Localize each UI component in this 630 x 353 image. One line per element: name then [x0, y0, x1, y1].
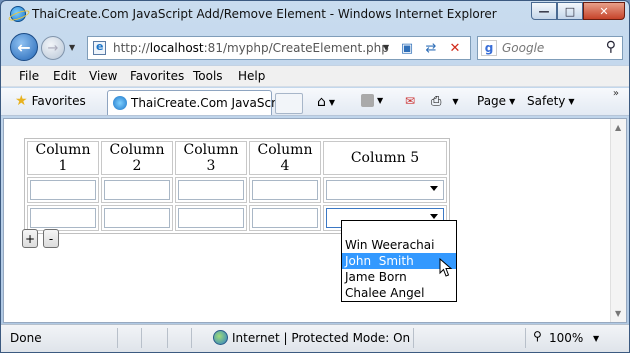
home-button[interactable]: ⌂ ▼	[317, 94, 335, 110]
zoom-level[interactable]: 100%	[549, 331, 583, 345]
chevron-more-icon[interactable]: »	[613, 88, 619, 99]
feeds-button[interactable]: ▼	[361, 94, 383, 107]
search-placeholder: Google	[502, 41, 545, 55]
google-icon: g	[481, 40, 497, 56]
ie-logo-icon	[10, 6, 26, 22]
menu-file[interactable]: File	[19, 69, 39, 83]
mail-button[interactable]: ✉	[405, 94, 415, 108]
forward-arrow-icon: →	[47, 40, 59, 56]
status-text: Done	[10, 331, 42, 345]
menu-edit[interactable]: Edit	[53, 69, 76, 83]
text-input[interactable]	[104, 208, 170, 228]
favorites-label: Favorites	[31, 94, 86, 108]
text-input[interactable]	[178, 208, 244, 228]
status-bar: Done Internet | Protected Mode: On ⚲ 100…	[1, 324, 629, 352]
add-row-button[interactable]: +	[22, 229, 38, 248]
command-bar: ★ Favorites ThaiCreate.Com JavaScr... ⌂ ▼…	[1, 88, 629, 116]
dropdown-option[interactable]: Win Weerachai	[342, 237, 456, 253]
window-title: ThaiCreate.Com JavaScript Add/Remove Ele…	[32, 7, 497, 21]
print-button[interactable]: ⎙ ▼	[431, 94, 459, 109]
dropdown-arrow-icon	[430, 214, 438, 219]
zoom-dropdown[interactable]: ▼	[593, 334, 599, 343]
dropdown-option[interactable]	[342, 221, 456, 237]
stop-icon[interactable]: ✕	[444, 40, 466, 57]
tab-title: ThaiCreate.Com JavaScr...	[131, 96, 287, 110]
mail-icon: ✉	[405, 94, 416, 108]
globe-icon	[213, 330, 228, 345]
address-bar[interactable]: http://localhost:81/myphp/CreateElement.…	[87, 36, 471, 60]
minimize-button[interactable]: —	[531, 2, 557, 20]
page-icon	[93, 40, 106, 55]
column-header: Column 2	[101, 141, 173, 175]
rss-icon	[361, 94, 374, 107]
scroll-up-icon[interactable]: ▲	[615, 123, 621, 132]
menu-view[interactable]: View	[89, 69, 117, 83]
menu-help[interactable]: Help	[238, 69, 265, 83]
security-zone[interactable]: Internet | Protected Mode: On	[232, 331, 410, 345]
printer-icon: ⎙	[431, 94, 442, 109]
address-url[interactable]: http://localhost:81/myphp/CreateElement.…	[113, 41, 389, 55]
recent-pages-dropdown[interactable]: ▼	[69, 43, 75, 52]
star-icon: ★	[15, 93, 28, 109]
remove-row-button[interactable]: -	[43, 229, 59, 248]
column-header: Column 4	[249, 141, 321, 175]
back-button[interactable]: ←	[10, 33, 38, 61]
menu-bar: File Edit View Favorites Tools Help	[1, 65, 629, 87]
new-tab-button[interactable]	[275, 93, 303, 114]
text-input[interactable]	[30, 208, 96, 228]
address-row: ← → ▼ http://localhost:81/myphp/CreateEl…	[1, 29, 629, 65]
menu-favorites[interactable]: Favorites	[130, 69, 184, 83]
window-controls: — □ ✕	[531, 2, 625, 20]
text-input[interactable]	[104, 180, 170, 200]
column-header: Column 1	[27, 141, 99, 175]
refresh-icon[interactable]: ⇄	[420, 40, 442, 57]
search-icon[interactable]: ⚲	[606, 39, 616, 55]
page-content: Column 1 Column 2 Column 3 Column 4 Colu…	[3, 118, 627, 323]
home-icon: ⌂	[317, 94, 326, 110]
forward-button[interactable]: →	[41, 36, 65, 60]
tab-page-icon	[113, 96, 127, 110]
title-bar: ThaiCreate.Com JavaScript Add/Remove Ele…	[1, 1, 629, 28]
zoom-icon: ⚲	[533, 329, 542, 343]
compatibility-view-icon[interactable]: ▣	[396, 40, 418, 57]
address-dropdown[interactable]: ▼	[383, 43, 389, 52]
vertical-scrollbar[interactable]: ▲ ▼	[610, 119, 626, 322]
back-arrow-icon: ←	[17, 37, 31, 57]
safety-menu-button[interactable]: Safety ▼	[527, 94, 575, 108]
search-box[interactable]: g Google ⚲	[477, 36, 623, 60]
text-input[interactable]	[178, 180, 244, 200]
maximize-button[interactable]: □	[557, 2, 583, 20]
text-input[interactable]	[252, 180, 318, 200]
table-row	[27, 177, 447, 203]
page-menu-button[interactable]: Page ▼	[477, 94, 515, 108]
name-select[interactable]	[326, 180, 444, 200]
text-input[interactable]	[252, 208, 318, 228]
dropdown-arrow-icon	[430, 186, 438, 191]
table-header-row: Column 1 Column 2 Column 3 Column 4 Colu…	[27, 141, 447, 175]
column-header: Column 3	[175, 141, 247, 175]
close-button[interactable]: ✕	[583, 2, 625, 20]
mouse-cursor-icon	[439, 258, 453, 277]
scroll-down-icon[interactable]: ▼	[615, 309, 621, 318]
browser-window: ThaiCreate.Com JavaScript Add/Remove Ele…	[0, 0, 630, 353]
menu-tools[interactable]: Tools	[193, 69, 223, 83]
dropdown-option[interactable]: Chalee Angel	[342, 285, 456, 301]
tab-thaicreate[interactable]: ThaiCreate.Com JavaScr...	[107, 90, 286, 115]
favorites-button[interactable]: ★ Favorites	[15, 94, 86, 108]
text-input[interactable]	[30, 180, 96, 200]
column-header: Column 5	[323, 141, 447, 175]
